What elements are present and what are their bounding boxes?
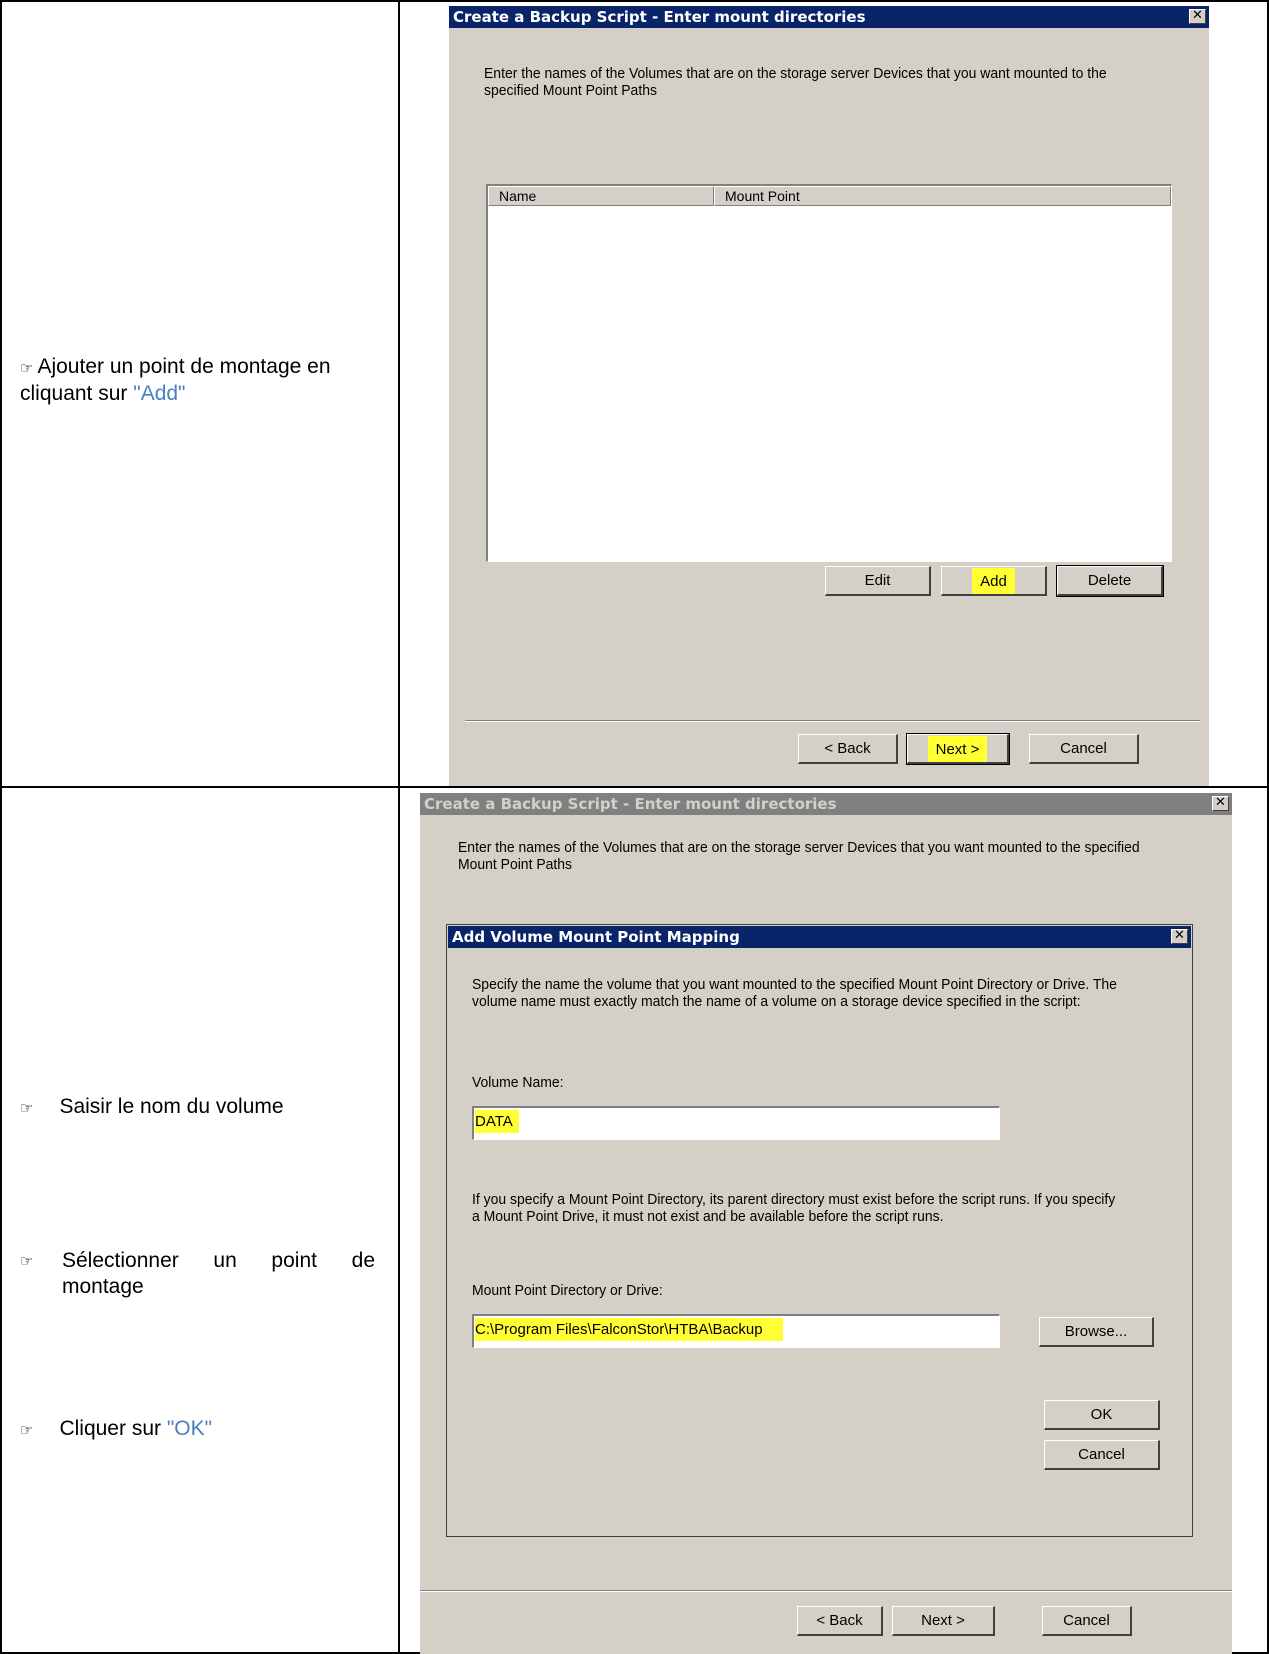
cancel-button[interactable]: Cancel: [1042, 1606, 1132, 1636]
next-button[interactable]: Next >: [906, 733, 1010, 765]
step-click-ok-text: Cliquer sur: [59, 1417, 167, 1440]
browse-button-label: Browse...: [1064, 1323, 1128, 1340]
next-button-label: Next >: [921, 1612, 965, 1629]
add-button-label: Add: [972, 567, 1015, 594]
add-dialog-cancel-button[interactable]: Cancel: [1044, 1440, 1160, 1470]
dialog-separator: [465, 720, 1200, 722]
mount-point-input[interactable]: C:\Program Files\FalconStor\HTBA\Backup: [472, 1314, 1000, 1348]
table-border-left: [0, 0, 2, 1654]
ok-button[interactable]: OK: [1044, 1400, 1160, 1430]
add-dialog-title: Add Volume Mount Point Mapping: [452, 928, 740, 946]
next-button[interactable]: Next >: [892, 1606, 995, 1636]
pointing-hand-icon: ☞: [20, 1099, 34, 1117]
edit-button[interactable]: Edit: [825, 566, 931, 596]
back-button-label: < Back: [824, 740, 871, 757]
dialog-enter-mount-directories-inactive: Create a Backup Script - Enter mount dir…: [420, 793, 1232, 1654]
step-select-mount: ☞ Sélectionner un point de montage: [20, 1248, 375, 1300]
dialog-title-bar: Create a Backup Script - Enter mount dir…: [449, 6, 1209, 28]
step-volume-name: ☞ Saisir le nom du volume: [20, 1094, 375, 1121]
add-dialog-title-bar: Add Volume Mount Point Mapping ✕: [448, 926, 1191, 948]
add-button[interactable]: Add: [941, 566, 1047, 596]
dialog-title: Create a Backup Script - Enter mount dir…: [424, 795, 837, 813]
cancel-button[interactable]: Cancel: [1029, 734, 1139, 764]
step-add-mount-quoted: "Add": [133, 382, 186, 405]
dialog-separator: [420, 1590, 1232, 1592]
pointing-hand-icon: ☞: [20, 359, 34, 377]
dialog-enter-mount-directories: Create a Backup Script - Enter mount dir…: [449, 6, 1209, 786]
mount-point-label: Mount Point Directory or Drive:: [472, 1282, 663, 1299]
close-icon[interactable]: ✕: [1171, 929, 1188, 944]
dialog-intro-text: Enter the names of the Volumes that are …: [484, 65, 1107, 99]
delete-button-label: Delete: [1087, 572, 1132, 589]
back-button[interactable]: < Back: [798, 734, 898, 764]
volume-name-value: DATA: [475, 1110, 519, 1133]
dialog-title: Create a Backup Script - Enter mount dir…: [453, 8, 866, 26]
step-click-ok-quoted: "OK": [166, 1417, 213, 1440]
add-dialog-description: Specify the name the volume that you wan…: [472, 976, 1117, 1010]
add-volume-mount-point-dialog: Add Volume Mount Point Mapping ✕ Specify…: [446, 924, 1193, 1537]
back-button-label: < Back: [816, 1612, 863, 1629]
mount-list[interactable]: Name Mount Point: [486, 184, 1172, 562]
mount-point-note: If you specify a Mount Point Directory, …: [472, 1191, 1116, 1225]
close-icon[interactable]: ✕: [1189, 9, 1206, 24]
volume-name-label: Volume Name:: [472, 1074, 564, 1091]
back-button[interactable]: < Back: [797, 1606, 883, 1636]
table-row-divider: [0, 786, 1269, 788]
column-header-mount-point[interactable]: Mount Point: [714, 186, 1171, 206]
ok-button-label: OK: [1090, 1406, 1113, 1423]
pointing-hand-icon: ☞: [20, 1252, 34, 1270]
step-click-ok: ☞ Cliquer sur "OK": [20, 1416, 375, 1443]
table-border-top: [0, 0, 1269, 2]
step-add-mount: ☞ Ajouter un point de montage en cliquant…: [20, 354, 375, 407]
next-button-label: Next >: [927, 735, 988, 762]
step-select-mount-text: Sélectionner un point de montage: [62, 1249, 375, 1298]
cancel-button-label: Cancel: [1063, 1612, 1110, 1629]
edit-button-label: Edit: [864, 572, 891, 589]
step-volume-name-text: Saisir le nom du volume: [59, 1095, 284, 1118]
dialog-title-bar: Create a Backup Script - Enter mount dir…: [420, 793, 1232, 815]
browse-button[interactable]: Browse...: [1039, 1317, 1154, 1347]
column-header-name[interactable]: Name: [488, 186, 714, 206]
table-column-divider: [398, 0, 400, 1654]
volume-name-input[interactable]: DATA: [472, 1106, 1000, 1140]
add-dialog-cancel-label: Cancel: [1078, 1446, 1125, 1463]
pointing-hand-icon: ☞: [20, 1421, 34, 1439]
dialog-intro-text: Enter the names of the Volumes that are …: [458, 839, 1140, 873]
mount-point-value: C:\Program Files\FalconStor\HTBA\Backup: [475, 1318, 783, 1341]
delete-button[interactable]: Delete: [1056, 565, 1164, 597]
close-icon[interactable]: ✕: [1212, 796, 1229, 811]
cancel-button-label: Cancel: [1060, 740, 1107, 757]
